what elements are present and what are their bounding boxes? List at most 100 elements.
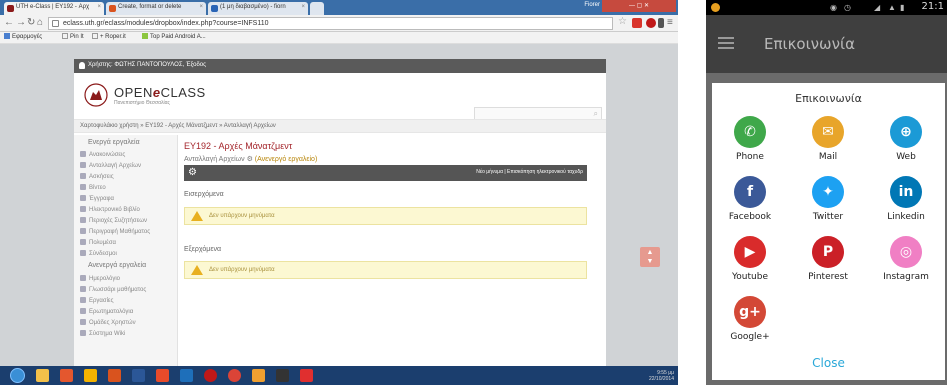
tool-icon — [80, 286, 86, 292]
tool-subtitle: Ανταλλαγή Αρχείων ⚙ (Ανενεργό εργαλείο) — [184, 156, 318, 163]
sidebar-item[interactable]: Πολυμέσα — [80, 239, 116, 246]
share-option-instagram[interactable]: ◎ Instagram — [868, 236, 944, 294]
chrome-icon[interactable] — [228, 369, 241, 382]
sidebar-item[interactable]: Εργασίες — [80, 297, 114, 304]
share-option-twitter[interactable]: ✦ Twitter — [790, 176, 866, 234]
googleplus-icon: g+ — [734, 296, 766, 328]
tool-icon — [80, 239, 86, 245]
share-option-label: Phone — [736, 152, 764, 162]
share-option-phone[interactable]: ✆ Phone — [712, 116, 788, 174]
sidebar-item[interactable]: Περιγραφή Μαθήματος — [80, 228, 150, 235]
acrobat-icon[interactable] — [300, 369, 313, 382]
sidebar-item[interactable]: Ανακοινώσεις — [80, 151, 125, 158]
bookmark-item[interactable]: Top Paid Android A... — [142, 33, 206, 40]
menu-icon[interactable]: ≡ — [667, 17, 673, 29]
battery-icon: ▮ — [900, 3, 905, 12]
sidebar-item[interactable]: Ασκήσεις — [80, 173, 114, 180]
close-tab-icon[interactable]: × — [199, 4, 203, 10]
share-option-web[interactable]: ⊕ Web — [868, 116, 944, 174]
app-icon[interactable] — [252, 369, 265, 382]
extension-icon[interactable] — [658, 18, 664, 28]
bookmarks-bar: Εφαρμογές Pin It + Roper.it Top Paid And… — [0, 32, 678, 44]
app-icon[interactable] — [180, 369, 193, 382]
opera-icon[interactable] — [646, 18, 656, 28]
opera-icon[interactable] — [204, 369, 217, 382]
forward-icon[interactable]: → — [16, 17, 26, 29]
sidebar-item[interactable]: Ανταλλαγή Αρχείων — [80, 162, 141, 169]
share-option-label: Pinterest — [808, 272, 848, 282]
page-info-icon — [52, 20, 59, 27]
share-option-label: Web — [896, 152, 916, 162]
office-icon[interactable] — [60, 369, 73, 382]
app-icon[interactable] — [276, 369, 289, 382]
browser-tab[interactable]: UTH e-Class | EY192 - Αρχ × — [4, 2, 104, 15]
share-option-pinterest[interactable]: P Pinterest — [790, 236, 866, 294]
inactive-tool-link[interactable]: (Ανενεργό εργαλείο) — [255, 156, 317, 163]
mail-icon: ✉ — [812, 116, 844, 148]
search-icon[interactable]: ⌕ — [594, 109, 598, 119]
explorer-icon[interactable] — [36, 369, 49, 382]
brand-subtitle: Πανεπιστήμιο Θεσσαλίας — [114, 100, 170, 106]
address-row: ← → ↻ ⌂ eclass.uth.gr/eclass/modules/dro… — [0, 15, 678, 32]
warning-icon — [191, 211, 203, 221]
active-tools-heading: Ενεργά εργαλεία — [88, 139, 140, 146]
hamburger-menu-icon[interactable] — [718, 37, 734, 49]
reload-icon[interactable]: ↻ — [27, 17, 35, 29]
eclass-page: Χρήστης: ΦΩΤΗΣ ΠΑΝΤΟΠΟΥΛΟΣ, Έξοδος OPENe… — [74, 59, 606, 366]
sidebar-item[interactable]: Ερωτηματολόγια — [80, 308, 133, 315]
toolbar-links[interactable]: Νέο μήνυμα | Επισκόπηση ηλεκτρονικού ταχ… — [476, 169, 583, 175]
new-tab-button[interactable] — [310, 2, 324, 15]
breadcrumb[interactable]: Χαρτοφυλάκιο χρήστη » ΕΥ192 - Αρχές Μάνα… — [74, 119, 606, 133]
bookmark-star-icon[interactable]: ☆ — [618, 16, 628, 27]
sidebar-item[interactable]: Περιοχές Συζητήσεων — [80, 217, 147, 224]
share-option-youtube[interactable]: ▶ Youtube — [712, 236, 788, 294]
alarm-icon: ◷ — [844, 3, 851, 12]
url-field[interactable]: eclass.uth.gr/eclass/modules/dropbox/ind… — [48, 17, 613, 30]
browser-tab[interactable]: Create, format or delete × — [106, 2, 206, 15]
start-button-icon[interactable] — [10, 368, 25, 383]
office-favicon-icon — [109, 5, 116, 12]
close-tab-icon[interactable]: × — [301, 4, 305, 10]
instagram-icon: ◎ — [890, 236, 922, 268]
sidebar-item[interactable]: Γλωσσάρι μαθήματος — [80, 286, 146, 293]
home-icon[interactable]: ⌂ — [37, 17, 43, 29]
window-controls[interactable]: — ▢ ✕ — [602, 0, 676, 12]
extension-icon[interactable] — [632, 18, 642, 28]
powerpoint-icon[interactable] — [108, 369, 121, 382]
bookmark-item[interactable]: Εφαρμογές — [4, 33, 42, 40]
sidebar-item[interactable]: Βίντεο — [80, 184, 106, 191]
close-tab-icon[interactable]: × — [97, 4, 101, 10]
sidebar-item[interactable]: Σύστημα Wiki — [80, 330, 125, 337]
share-option-label: Mail — [818, 152, 838, 162]
word-icon[interactable] — [132, 369, 145, 382]
twitter-icon: ✦ — [812, 176, 844, 208]
sidebar-item[interactable]: Έγγραφα — [80, 195, 114, 202]
share-option-linkedin[interactable]: in Linkedin — [868, 176, 944, 234]
incoming-label: Εισερχόμενα — [184, 191, 224, 198]
sidebar-item[interactable]: Ομάδες Χρηστών — [80, 319, 136, 326]
share-option-label: Linkedin — [887, 212, 925, 222]
browser-tab[interactable]: (1 μη διαβασμένο) - fiorn × — [208, 2, 308, 15]
app-icon[interactable] — [84, 369, 97, 382]
sidebar-item[interactable]: Ημερολόγιο — [80, 275, 120, 282]
tool-icon — [80, 308, 86, 314]
bookmark-item[interactable]: + Roper.it — [92, 33, 126, 40]
sidebar-item[interactable]: Ηλεκτρονικό Βιβλίο — [80, 206, 140, 213]
app-title: Επικοινωνία — [764, 35, 855, 53]
settings-gear-icon[interactable]: ⚙ — [188, 167, 197, 178]
tool-icon — [80, 330, 86, 336]
share-option-google[interactable]: g+ Google+ — [712, 296, 788, 354]
tool-icon — [80, 250, 86, 256]
university-logo-icon[interactable] — [84, 83, 108, 107]
share-option-facebook[interactable]: f Facebook — [712, 176, 788, 234]
scroll-arrows-button[interactable]: ▲ ▼ — [640, 247, 660, 267]
pinterest-icon: P — [812, 236, 844, 268]
share-option-label: Instagram — [883, 272, 929, 282]
bookmark-item[interactable]: Pin It — [62, 33, 84, 40]
system-tray[interactable]: 9:55 μμ 22/10/2014 — [649, 370, 674, 382]
back-icon[interactable]: ← — [4, 17, 14, 29]
sidebar-item[interactable]: Σύνδεσμοι — [80, 250, 117, 257]
close-button[interactable]: Close — [712, 356, 945, 370]
share-option-mail[interactable]: ✉ Mail — [790, 116, 866, 174]
app-icon[interactable] — [156, 369, 169, 382]
